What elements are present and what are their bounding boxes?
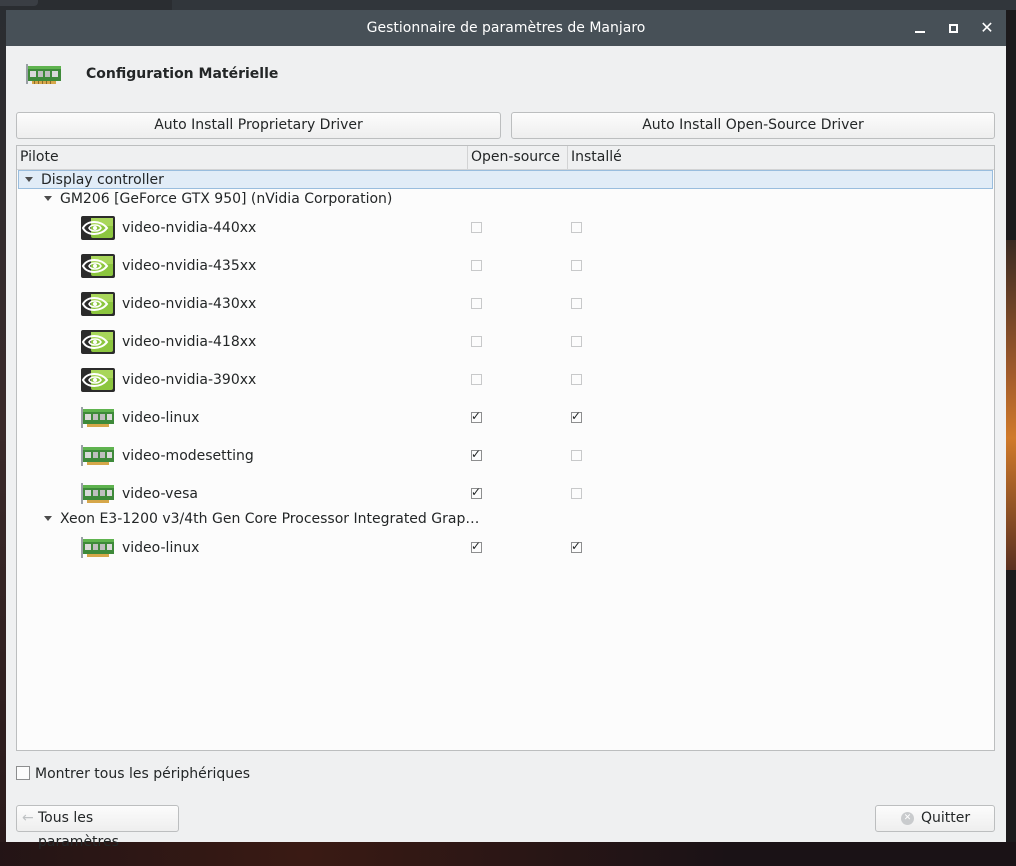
minimize-icon: [915, 31, 925, 33]
settings-window: Gestionnaire de paramètres de Manjaro ✕ …: [6, 10, 1006, 850]
driver-row[interactable]: video-linux ✓ ✓: [17, 399, 994, 437]
installed-checkbox[interactable]: ✓: [571, 409, 582, 423]
category-label: Display controller: [41, 172, 164, 188]
maximize-button[interactable]: [944, 19, 962, 37]
expand-arrow-icon[interactable]: [25, 177, 33, 182]
driver-name: video-nvidia-430xx: [122, 296, 257, 312]
driver-row[interactable]: video-modesetting ✓: [17, 437, 994, 475]
open-source-checkbox[interactable]: ✓: [471, 409, 482, 423]
driver-row[interactable]: video-vesa ✓: [17, 475, 994, 513]
open-source-checkbox[interactable]: ✓: [471, 447, 482, 461]
driver-name: video-linux: [122, 410, 200, 426]
installed-checkbox[interactable]: [571, 450, 582, 461]
video-card-icon: [81, 444, 115, 468]
driver-row[interactable]: video-nvidia-440xx: [17, 209, 994, 247]
driver-name: video-modesetting: [122, 448, 254, 464]
desktop-wallpaper-right: [1006, 240, 1016, 570]
installed-checkbox[interactable]: [571, 222, 582, 233]
column-header-open-source[interactable]: Open-source: [467, 146, 567, 169]
open-source-checkbox[interactable]: [471, 298, 482, 309]
driver-tree[interactable]: Pilote Open-source Installé Display cont…: [16, 145, 995, 751]
nvidia-icon: [81, 254, 115, 278]
device-row[interactable]: GM206 [GeForce GTX 950] (nVidia Corporat…: [17, 189, 994, 209]
device-row[interactable]: Xeon E3-1200 v3/4th Gen Core Processor I…: [17, 509, 994, 529]
driver-row[interactable]: video-nvidia-418xx: [17, 323, 994, 361]
installed-checkbox[interactable]: [571, 336, 582, 347]
expand-arrow-icon[interactable]: [44, 516, 52, 521]
desktop-panel: [0, 0, 1016, 10]
page-header: Configuration Matérielle: [6, 46, 1006, 112]
checkmark-icon: ✓: [471, 539, 482, 553]
open-source-checkbox[interactable]: [471, 260, 482, 271]
driver-row[interactable]: video-nvidia-390xx: [17, 361, 994, 399]
driver-row[interactable]: video-linux ✓ ✓: [17, 529, 994, 567]
video-card-icon: [81, 482, 115, 506]
video-card-icon: [26, 64, 61, 84]
close-button[interactable]: ✕: [978, 19, 996, 37]
quit-label: Quitter: [921, 810, 971, 826]
checkmark-icon: ✓: [471, 447, 482, 461]
close-icon: ✕: [980, 18, 994, 37]
minimize-button[interactable]: [911, 19, 929, 37]
back-arrow-icon: ←: [22, 810, 34, 826]
nvidia-icon: [81, 292, 115, 316]
auto-install-open-source-button[interactable]: Auto Install Open-Source Driver: [511, 112, 995, 139]
installed-checkbox[interactable]: [571, 298, 582, 309]
desktop-panel-widget: [0, 0, 38, 6]
category-row[interactable]: Display controller: [18, 170, 993, 189]
video-card-icon: [81, 406, 115, 430]
column-header-driver[interactable]: Pilote: [17, 146, 467, 169]
title-bar[interactable]: Gestionnaire de paramètres de Manjaro ✕: [6, 10, 1006, 46]
installed-checkbox[interactable]: ✓: [571, 539, 582, 553]
driver-name: video-nvidia-440xx: [122, 220, 257, 236]
column-header-installed[interactable]: Installé: [567, 146, 994, 169]
driver-name: video-nvidia-435xx: [122, 258, 257, 274]
driver-name: video-nvidia-390xx: [122, 372, 257, 388]
driver-name: video-vesa: [122, 486, 198, 502]
auto-install-proprietary-button[interactable]: Auto Install Proprietary Driver: [16, 112, 501, 139]
driver-name: video-linux: [122, 540, 200, 556]
open-source-checkbox[interactable]: [471, 222, 482, 233]
tree-header: Pilote Open-source Installé: [17, 146, 994, 170]
nvidia-icon: [81, 330, 115, 354]
checkmark-icon: ✓: [471, 485, 482, 499]
installed-checkbox[interactable]: [571, 488, 582, 499]
device-name: Xeon E3-1200 v3/4th Gen Core Processor I…: [60, 511, 480, 527]
maximize-icon: [949, 24, 958, 33]
checkbox-box[interactable]: [16, 766, 30, 780]
open-source-checkbox[interactable]: [471, 336, 482, 347]
all-settings-button[interactable]: ← Tous les paramètres: [16, 805, 179, 850]
open-source-checkbox[interactable]: [471, 374, 482, 385]
checkmark-icon: ✓: [571, 409, 582, 423]
quit-button[interactable]: ✕ Quitter: [875, 805, 995, 832]
desktop-panel-strip: [172, 0, 1016, 10]
quit-icon: ✕: [901, 812, 914, 825]
video-card-icon: [81, 536, 115, 560]
driver-row[interactable]: video-nvidia-435xx: [17, 247, 994, 285]
all-settings-label: Tous les paramètres: [38, 810, 119, 850]
checkmark-icon: ✓: [571, 539, 582, 553]
page-title: Configuration Matérielle: [86, 66, 279, 82]
nvidia-icon: [81, 368, 115, 392]
installed-checkbox[interactable]: [571, 260, 582, 271]
window-title: Gestionnaire de paramètres de Manjaro: [366, 20, 646, 36]
show-all-devices-label: Montrer tous les périphériques: [35, 766, 251, 782]
driver-name: video-nvidia-418xx: [122, 334, 257, 350]
device-name: GM206 [GeForce GTX 950] (nVidia Corporat…: [60, 191, 393, 207]
nvidia-icon: [81, 216, 115, 240]
installed-checkbox[interactable]: [571, 374, 582, 385]
checkmark-icon: ✓: [471, 409, 482, 423]
driver-row[interactable]: video-nvidia-430xx: [17, 285, 994, 323]
open-source-checkbox[interactable]: ✓: [471, 485, 482, 499]
expand-arrow-icon[interactable]: [44, 196, 52, 201]
open-source-checkbox[interactable]: ✓: [471, 539, 482, 553]
